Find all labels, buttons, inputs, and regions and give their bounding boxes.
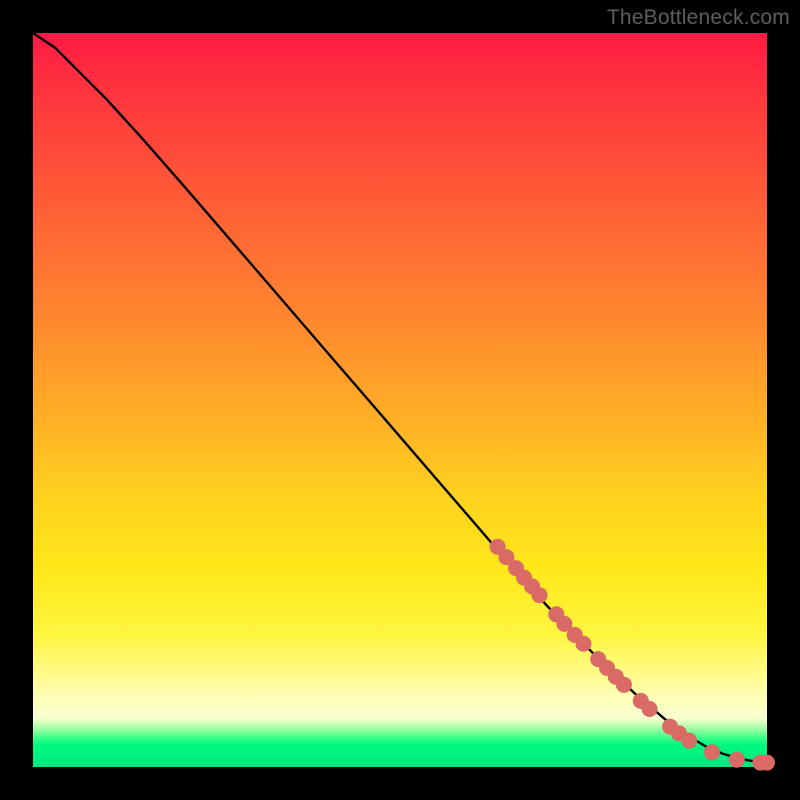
watermark-text: TheBottleneck.com: [607, 6, 790, 30]
marker-layer: [490, 539, 775, 771]
data-marker: [576, 636, 592, 652]
data-marker: [681, 733, 697, 749]
chart-frame: TheBottleneck.com: [0, 0, 800, 800]
plot-area: [33, 33, 767, 767]
data-marker: [532, 587, 548, 603]
chart-svg: [33, 33, 767, 767]
curve-line: [33, 33, 767, 763]
data-marker: [759, 755, 775, 771]
data-marker: [704, 744, 720, 760]
data-marker: [642, 701, 658, 717]
data-marker: [616, 677, 632, 693]
data-marker: [729, 752, 745, 768]
